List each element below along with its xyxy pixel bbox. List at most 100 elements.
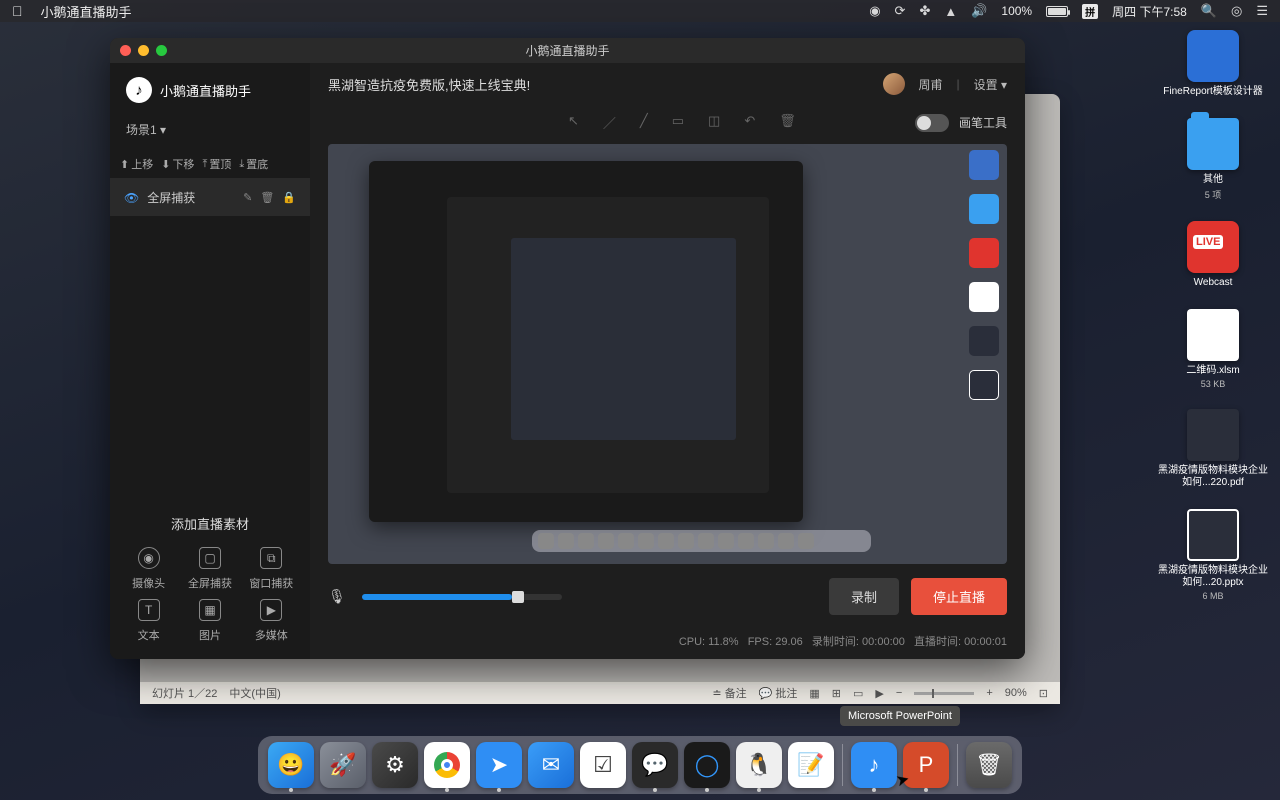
- move-down-button[interactable]: ⬇ 下移: [161, 156, 194, 172]
- record-button[interactable]: 录制: [829, 578, 899, 615]
- settings-dropdown[interactable]: 设置 ▾: [974, 76, 1007, 93]
- system-menubar:  小鹅通直播助手 ◉ ⟳ ✤ ▲ 🔊 100% 拼 周四 下午7:58 🔍 ◎…: [0, 0, 1280, 22]
- bluetooth-icon[interactable]: ✤: [919, 3, 930, 19]
- dock-tooltip: Microsoft PowerPoint: [840, 706, 960, 726]
- preview-canvas[interactable]: [328, 144, 1007, 564]
- preview-desktop-webcast: [969, 238, 999, 268]
- user-name: 周甫: [919, 76, 943, 93]
- dock-chrome[interactable]: [424, 742, 470, 788]
- desktop-icons: FineReport模板设计器 其他 5 项 Webcast 二维码.xlsm …: [1158, 30, 1268, 601]
- app-logo-icon: ♪: [126, 77, 152, 103]
- desktop-icon-pdf[interactable]: 黑湖疫情版物料模块企业如何...220.pdf: [1158, 409, 1268, 489]
- window-title: 小鹅通直播助手: [110, 42, 1025, 59]
- dock-xiaoe[interactable]: ♪: [851, 742, 897, 788]
- preview-dock: [532, 530, 872, 552]
- dock-qq[interactable]: 🐧: [736, 742, 782, 788]
- sidebar: ♪ 小鹅通直播助手 场景1 ▾ ⬆ 上移 ⬇ 下移 ⤒ 置顶 ⤓ 置底 👁 全屏…: [110, 63, 310, 659]
- tool-line-icon[interactable]: ╱: [640, 113, 648, 132]
- add-window-button[interactable]: ⧉窗口捕获: [243, 547, 300, 591]
- dock-launchpad[interactable]: 🚀: [320, 742, 366, 788]
- dock-dingtalk[interactable]: ◯: [684, 742, 730, 788]
- tool-clear-icon[interactable]: 🗑: [779, 113, 796, 132]
- ppt-view-slideshow-icon[interactable]: ▶: [875, 687, 883, 700]
- ppt-fit-icon[interactable]: ⊡: [1039, 687, 1048, 700]
- dock-system-preferences[interactable]: ⚙: [372, 742, 418, 788]
- tool-cursor-icon[interactable]: ↖: [568, 113, 579, 132]
- preview-desktop-file3: [969, 370, 999, 400]
- desktop-icon-xlsm[interactable]: 二维码.xlsm 53 KB: [1158, 309, 1268, 389]
- microphone-icon[interactable]: 🎙: [328, 588, 346, 605]
- visibility-icon[interactable]: 👁: [124, 191, 139, 205]
- apple-menu-icon[interactable]: : [12, 3, 23, 19]
- ppt-lang: 中文(中国): [229, 685, 280, 701]
- app-logo: ♪ 小鹅通直播助手: [110, 63, 310, 113]
- source-item-label: 全屏捕获: [147, 189, 195, 206]
- source-item-fullscreen[interactable]: 👁 全屏捕获 ✎ 🗑 🔒: [110, 179, 310, 216]
- dock-mail[interactable]: ✉: [528, 742, 574, 788]
- dock-reminders[interactable]: ☑: [580, 742, 626, 788]
- volume-slider[interactable]: [362, 594, 562, 600]
- add-text-button[interactable]: T文本: [120, 599, 177, 643]
- ppt-comments-button[interactable]: 💬 批注: [759, 685, 798, 701]
- dock-finder[interactable]: 😀: [268, 742, 314, 788]
- tool-pen-icon[interactable]: ／: [603, 113, 616, 132]
- stop-stream-button[interactable]: 停止直播: [911, 578, 1007, 615]
- lock-icon[interactable]: 🔒: [282, 191, 296, 204]
- status-icon-1[interactable]: ◉: [869, 3, 880, 19]
- xiaoe-broadcast-window: 小鹅通直播助手 ♪ 小鹅通直播助手 场景1 ▾ ⬆ 上移 ⬇ 下移 ⤒ 置顶 ⤓…: [110, 38, 1025, 659]
- desktop-icon-webcast[interactable]: Webcast: [1158, 221, 1268, 289]
- window-titlebar[interactable]: 小鹅通直播助手: [110, 38, 1025, 63]
- wifi-icon[interactable]: ▲: [944, 4, 957, 19]
- tool-rect-icon[interactable]: ▭: [672, 113, 684, 132]
- main-panel: 黑湖智造抗疫免费版,快速上线宝典! 周甫 | 设置 ▾ ↖ ／ ╱ ▭ ◫ ↶ …: [310, 63, 1025, 659]
- menubar-app-name[interactable]: 小鹅通直播助手: [41, 2, 132, 21]
- status-icon-2[interactable]: ⟳: [895, 3, 906, 19]
- notification-center-icon[interactable]: ☰: [1256, 3, 1268, 19]
- brush-tool-toggle[interactable]: [915, 114, 949, 132]
- app-logo-text: 小鹅通直播助手: [160, 81, 251, 100]
- add-fullscreen-button[interactable]: ▢全屏捕获: [181, 547, 238, 591]
- edit-icon[interactable]: ✎: [243, 191, 252, 204]
- brush-toggle-label: 画笔工具: [959, 114, 1007, 131]
- desktop-icon-pptx[interactable]: 黑湖疫情版物料模块企业如何...20.pptx 6 MB: [1158, 509, 1268, 601]
- dock-feishu[interactable]: ➤: [476, 742, 522, 788]
- ppt-view-normal-icon[interactable]: ▦: [809, 687, 819, 700]
- add-camera-button[interactable]: ◉摄像头: [120, 547, 177, 591]
- scene-selector[interactable]: 场景1 ▾: [110, 113, 310, 150]
- to-bottom-button[interactable]: ⤓ 置底: [239, 156, 268, 172]
- desktop-icon-finereport[interactable]: FineReport模板设计器: [1158, 30, 1268, 98]
- tool-eraser-icon[interactable]: ◫: [708, 113, 720, 132]
- spotlight-icon[interactable]: 🔍: [1201, 3, 1217, 19]
- ppt-slide-info: 幻灯片 1／22: [152, 685, 217, 701]
- marquee-banner: 黑湖智造抗疫免费版,快速上线宝典!: [328, 75, 530, 94]
- preview-desktop-folder: [969, 194, 999, 224]
- dock-trash[interactable]: 🗑: [966, 742, 1012, 788]
- preview-desktop-finereport: [969, 150, 999, 180]
- dock-wechat[interactable]: 💬: [632, 742, 678, 788]
- ppt-zoom-level[interactable]: 90%: [1005, 687, 1027, 699]
- siri-icon[interactable]: ◎: [1231, 3, 1242, 19]
- volume-icon[interactable]: 🔊: [971, 3, 987, 19]
- add-image-button[interactable]: ▦图片: [181, 599, 238, 643]
- battery-icon[interactable]: [1046, 6, 1068, 17]
- preview-desktop-file1: [969, 282, 999, 312]
- input-source-icon[interactable]: 拼: [1082, 4, 1098, 19]
- ppt-zoom-out[interactable]: −: [896, 687, 902, 699]
- powerpoint-statusbar: 幻灯片 1／22 中文(中国) ≐ 备注 💬 批注 ▦ ⊞ ▭ ▶ − + 90…: [140, 682, 1060, 704]
- delete-icon[interactable]: 🗑: [260, 191, 274, 204]
- ppt-view-sorter-icon[interactable]: ⊞: [832, 687, 841, 700]
- ppt-zoom-in[interactable]: +: [986, 687, 992, 699]
- dock-textedit[interactable]: 📝: [788, 742, 834, 788]
- ppt-notes-button[interactable]: ≐ 备注: [712, 685, 746, 701]
- move-up-button[interactable]: ⬆ 上移: [120, 156, 153, 172]
- menubar-datetime[interactable]: 周四 下午7:58: [1112, 3, 1187, 20]
- status-line: CPU: 11.8% FPS: 29.06 录制时间: 00:00:00 直播时…: [310, 629, 1025, 659]
- ppt-view-reading-icon[interactable]: ▭: [853, 687, 863, 700]
- preview-desktop-file2: [969, 326, 999, 356]
- to-top-button[interactable]: ⤒ 置顶: [202, 156, 231, 172]
- desktop-icon-other-folder[interactable]: 其他 5 项: [1158, 118, 1268, 201]
- user-avatar[interactable]: [883, 73, 905, 95]
- add-source-title: 添加直播素材: [110, 514, 310, 533]
- tool-undo-icon[interactable]: ↶: [744, 113, 755, 132]
- add-media-button[interactable]: ▶多媒体: [243, 599, 300, 643]
